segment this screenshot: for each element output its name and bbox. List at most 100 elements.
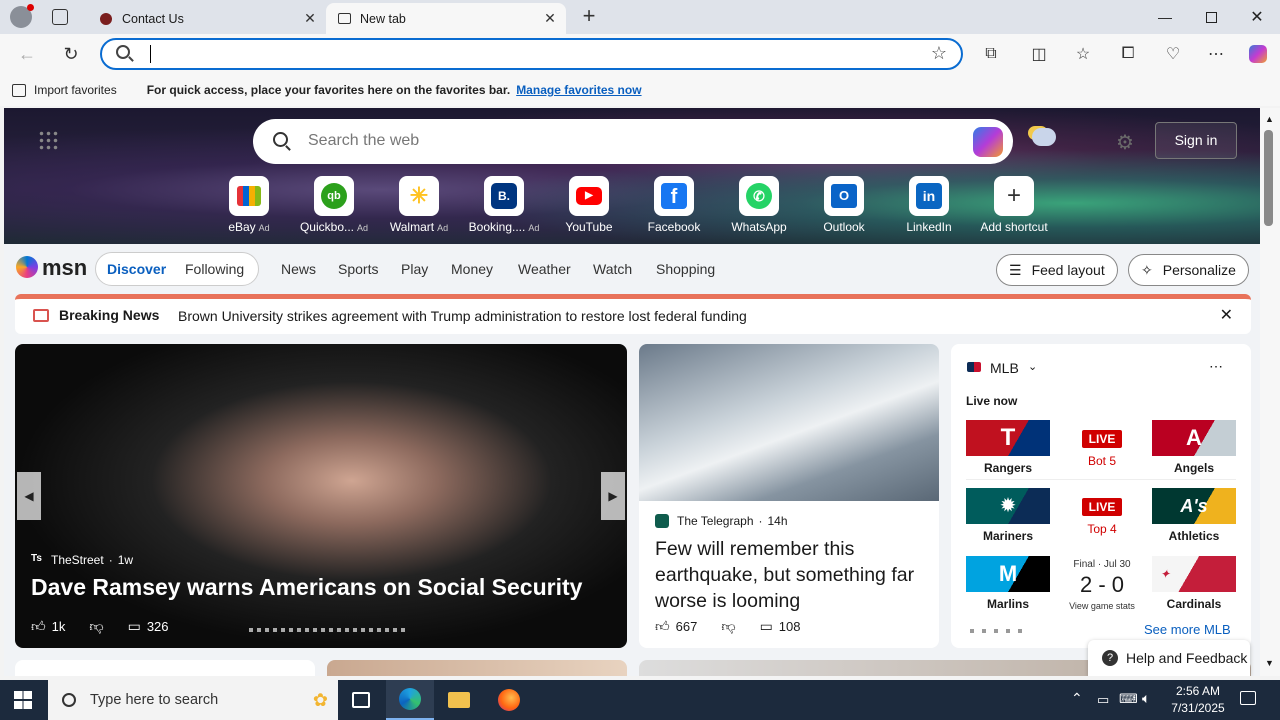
settings-gear-icon[interactable]: ⚙	[1116, 130, 1134, 155]
task-view-icon[interactable]	[352, 692, 370, 708]
new-tab-button[interactable]: +	[577, 4, 601, 28]
tab-discover[interactable]: Discover	[107, 261, 166, 277]
msn-logo[interactable]: msn	[42, 255, 87, 281]
refresh-button[interactable]: ↻	[56, 40, 86, 68]
breaking-news-headline[interactable]: Brown University strikes agreement with …	[178, 308, 747, 324]
feed-layout-button[interactable]: ☰ Feed layout	[996, 254, 1118, 286]
more-options-icon[interactable]: ⋯	[1201, 40, 1231, 68]
favorites-icon[interactable]: ☆	[1068, 40, 1098, 68]
collections-icon[interactable]: ⧠	[1113, 40, 1143, 68]
weather-icon[interactable]	[1032, 128, 1056, 146]
split-screen-icon[interactable]: ◫	[1024, 40, 1054, 68]
scroll-thumb[interactable]	[1264, 130, 1273, 226]
copilot-icon[interactable]	[1243, 40, 1273, 68]
browser-essentials-icon[interactable]: ♡	[1158, 40, 1188, 68]
shortcut-quickbooks[interactable]: qb Quickbo... Ad	[294, 176, 374, 234]
main-story-card[interactable]: ◀ ▶ Ts TheStreet · 1w Dave Ramsey warns …	[15, 344, 627, 648]
scroll-up-arrow[interactable]: ▲	[1265, 114, 1274, 124]
extensions-icon[interactable]: ⧉	[976, 40, 1006, 68]
carousel-prev-button[interactable]: ◀	[17, 472, 41, 520]
comment-icon[interactable]: ▭	[760, 618, 773, 635]
scroll-down-arrow[interactable]: ▼	[1265, 658, 1274, 668]
mlb-title[interactable]: MLB	[990, 360, 1019, 376]
nav-shopping[interactable]: Shopping	[656, 261, 715, 277]
close-icon[interactable]: ✕	[542, 10, 558, 26]
shortcut-booking[interactable]: B. Booking.... Ad	[464, 176, 544, 234]
close-icon[interactable]: ✕	[302, 10, 318, 26]
shortcut-ebay[interactable]: eBay Ad	[209, 176, 289, 234]
nav-news[interactable]: News	[281, 261, 316, 277]
start-button[interactable]	[14, 691, 32, 709]
story-card-lower-2[interactable]	[327, 660, 627, 676]
manage-favorites-link[interactable]: Manage favorites now	[516, 83, 641, 97]
game-detail[interactable]: View game stats	[1056, 601, 1148, 611]
story-headline[interactable]: Dave Ramsey warns Americans on Social Se…	[31, 574, 582, 601]
copilot-icon[interactable]	[973, 127, 1003, 157]
story-image	[639, 344, 939, 501]
volume-icon[interactable]: 🔈︎	[1142, 690, 1150, 707]
clock-date[interactable]: 7/31/2025	[1166, 701, 1230, 715]
shortcut-facebook[interactable]: f Facebook	[634, 176, 714, 234]
like-icon[interactable]: 👍︎	[31, 618, 46, 635]
clock-time[interactable]: 2:56 AM	[1168, 684, 1228, 698]
firefox-icon[interactable]	[498, 689, 520, 711]
tab-following[interactable]: Following	[185, 261, 244, 277]
import-favorites-icon[interactable]	[12, 83, 26, 97]
network-icon[interactable]: ⌨	[1119, 691, 1138, 707]
close-window-button[interactable]: ✕	[1234, 0, 1280, 34]
restore-button[interactable]	[1188, 0, 1234, 34]
shortcut-outlook[interactable]: O Outlook	[804, 176, 884, 234]
sign-in-button[interactable]: Sign in	[1155, 122, 1237, 159]
app-launcher-icon[interactable]	[38, 130, 58, 150]
story-headline[interactable]: Few will remember this earthquake, but s…	[655, 536, 925, 614]
comment-icon[interactable]: ▭	[128, 618, 141, 635]
like-icon[interactable]: 👍︎	[655, 618, 670, 635]
address-bar[interactable]: ☆	[100, 38, 963, 70]
minimize-button[interactable]: —	[1142, 0, 1188, 34]
edge-taskbar-icon[interactable]	[386, 680, 434, 720]
profile-icon[interactable]	[10, 4, 34, 28]
dislike-icon[interactable]: 👎︎	[89, 618, 103, 635]
close-icon[interactable]: ✕	[1220, 305, 1233, 325]
breaking-news-bar[interactable]: Breaking News Brown University strikes a…	[15, 294, 1251, 334]
more-options-icon[interactable]: ⋯	[1209, 358, 1223, 375]
nav-sports[interactable]: Sports	[338, 261, 378, 277]
game-row[interactable]: M Marlins Final · Jul 30 2 - 0 View game…	[966, 556, 1236, 616]
import-favorites-button[interactable]: Import favorites	[34, 83, 117, 97]
back-button[interactable]: ←	[12, 40, 42, 68]
game-row[interactable]: T Rangers LIVE Bot 5 A Angels	[966, 420, 1236, 480]
tab-contact-us[interactable]: Contact Us ✕	[88, 3, 326, 34]
shortcut-add[interactable]: + Add shortcut	[974, 176, 1054, 234]
favorite-star-icon[interactable]: ☆	[931, 43, 947, 64]
see-more-mlb-link[interactable]: See more MLB	[1144, 622, 1231, 637]
msn-logo-icon[interactable]	[16, 256, 38, 278]
tab-actions-icon[interactable]	[52, 9, 68, 25]
story-card-telegraph[interactable]: The Telegraph · 14h Few will remember th…	[639, 344, 939, 648]
dislike-icon[interactable]: 👎︎	[721, 618, 735, 635]
battery-icon[interactable]: ▭	[1097, 692, 1109, 708]
shortcut-youtube[interactable]: ▶ YouTube	[549, 176, 629, 234]
shortcut-walmart[interactable]: ✳ Walmart Ad	[379, 176, 459, 234]
web-search-box[interactable]: Search the web	[253, 119, 1013, 164]
story-card-lower-1[interactable]	[15, 660, 315, 676]
shortcut-linkedin[interactable]: in LinkedIn	[889, 176, 969, 234]
page-scrollbar[interactable]: ▲ ▼	[1260, 108, 1280, 676]
game-row[interactable]: ✹ Mariners LIVE Top 4 A's Athletics	[966, 488, 1236, 548]
tab-new-tab[interactable]: New tab ✕	[326, 3, 566, 34]
show-hidden-icons[interactable]: ⌃	[1071, 690, 1083, 707]
carousel-next-button[interactable]: ▶	[601, 472, 625, 520]
carousel-dots[interactable]	[249, 628, 409, 632]
personalize-button[interactable]: ✧ Personalize	[1128, 254, 1249, 286]
notifications-icon[interactable]	[1240, 691, 1256, 705]
chevron-down-icon[interactable]: ⌄	[1028, 360, 1037, 373]
widget-pager-dots[interactable]	[970, 629, 1026, 633]
nav-money[interactable]: Money	[451, 261, 493, 277]
address-input[interactable]	[146, 44, 906, 64]
help-feedback-button[interactable]: ? Help and Feedback	[1088, 640, 1250, 676]
shortcut-whatsapp[interactable]: ✆ WhatsApp	[719, 176, 799, 234]
nav-play[interactable]: Play	[401, 261, 428, 277]
taskbar-search-box[interactable]: Type here to search ✿	[48, 680, 338, 720]
nav-weather[interactable]: Weather	[518, 261, 571, 277]
file-explorer-icon[interactable]	[448, 692, 470, 708]
nav-watch[interactable]: Watch	[593, 261, 632, 277]
